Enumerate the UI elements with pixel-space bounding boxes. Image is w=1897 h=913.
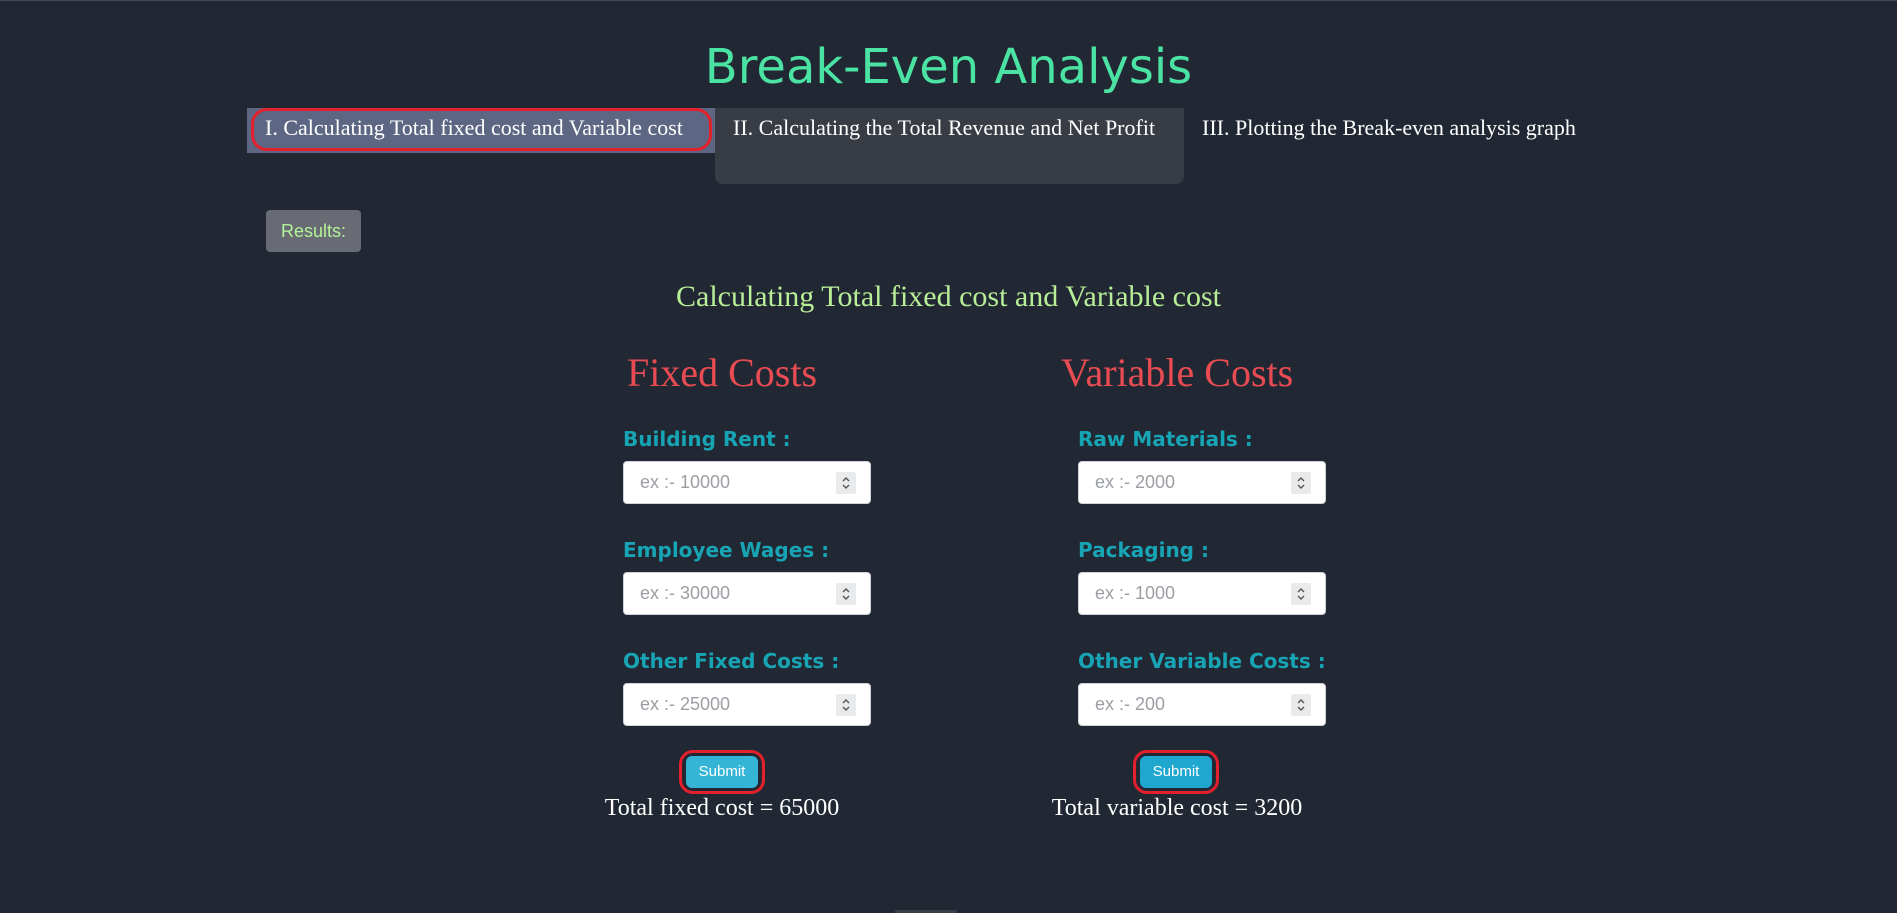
building-rent-label: Building Rent : xyxy=(623,427,791,451)
total-variable-cost: Total variable cost = 3200 xyxy=(1051,795,1303,821)
submit-variable-button[interactable]: Submit xyxy=(1140,756,1212,788)
packaging-label: Packaging : xyxy=(1078,538,1209,562)
packaging-field[interactable] xyxy=(1078,572,1326,615)
submit-fixed-ring: Submit xyxy=(679,750,765,794)
tab-label: III. Plotting the Break-even analysis gr… xyxy=(1202,115,1576,140)
stepper-icon[interactable] xyxy=(1291,583,1311,605)
packaging-input[interactable] xyxy=(1095,583,1275,604)
employee-wages-field[interactable] xyxy=(623,572,871,615)
raw-materials-input[interactable] xyxy=(1095,472,1275,493)
stepper-icon[interactable] xyxy=(1291,472,1311,494)
section-heading: Calculating Total fixed cost and Variabl… xyxy=(676,280,1221,313)
building-rent-input[interactable] xyxy=(640,472,820,493)
submit-variable-ring: Submit xyxy=(1133,750,1219,794)
stepper-icon[interactable] xyxy=(836,694,856,716)
tab-break-even-graph[interactable]: III. Plotting the Break-even analysis gr… xyxy=(1184,108,1604,153)
other-fixed-costs-label: Other Fixed Costs : xyxy=(623,649,840,673)
tab-label: II. Calculating the Total Revenue and Ne… xyxy=(733,115,1156,140)
other-variable-costs-label: Other Variable Costs : xyxy=(1078,649,1326,673)
stepper-icon[interactable] xyxy=(1291,694,1311,716)
results-button[interactable]: Results: xyxy=(266,210,361,252)
building-rent-field[interactable] xyxy=(623,461,871,504)
stepper-icon[interactable] xyxy=(836,583,856,605)
variable-costs-heading: Variable Costs xyxy=(1061,350,1294,395)
other-fixed-costs-field[interactable] xyxy=(623,683,871,726)
stepper-icon[interactable] xyxy=(836,472,856,494)
fixed-costs-heading: Fixed Costs xyxy=(627,350,818,395)
tab-fixed-variable-cost[interactable]: I. Calculating Total fixed cost and Vari… xyxy=(247,108,715,153)
submit-fixed-button[interactable]: Submit xyxy=(686,756,758,788)
raw-materials-field[interactable] xyxy=(1078,461,1326,504)
other-variable-costs-field[interactable] xyxy=(1078,683,1326,726)
other-fixed-costs-input[interactable] xyxy=(640,694,820,715)
employee-wages-label: Employee Wages : xyxy=(623,538,830,562)
total-fixed-cost: Total fixed cost = 65000 xyxy=(604,795,840,821)
other-variable-costs-input[interactable] xyxy=(1095,694,1275,715)
employee-wages-input[interactable] xyxy=(640,583,820,604)
tab-label: I. Calculating Total fixed cost and Vari… xyxy=(265,115,683,140)
tab-revenue-net-profit[interactable]: II. Calculating the Total Revenue and Ne… xyxy=(715,108,1184,184)
raw-materials-label: Raw Materials : xyxy=(1078,427,1253,451)
page-title: Break-Even Analysis xyxy=(704,39,1193,95)
